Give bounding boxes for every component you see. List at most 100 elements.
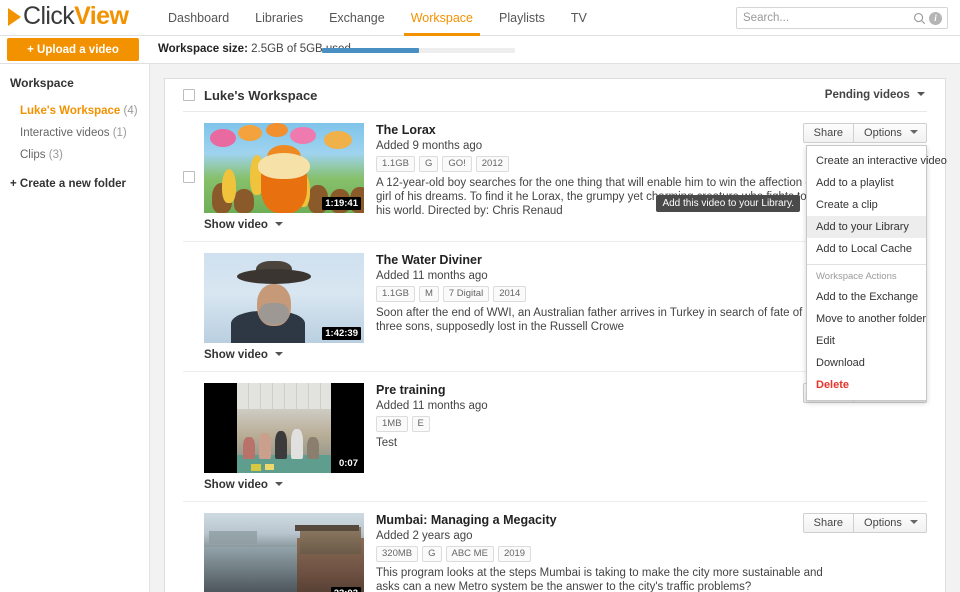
video-tag: 1MB <box>376 416 408 432</box>
show-video-label: Show video <box>204 349 268 361</box>
nav-item-tv[interactable]: TV <box>558 0 600 36</box>
nav-item-exchange[interactable]: Exchange <box>316 0 398 36</box>
sidebar-item-label: Clips <box>20 149 46 161</box>
options-button[interactable]: Options <box>853 123 927 143</box>
video-description: Soon after the end of WWI, an Australian… <box>376 306 846 334</box>
video-duration: 23:03 <box>331 587 361 592</box>
sidebar: Workspace Luke's Workspace (4) Interacti… <box>0 64 150 592</box>
pending-videos-filter[interactable]: Pending videos <box>825 89 927 101</box>
video-thumbnail[interactable]: 1:42:39 <box>204 253 364 343</box>
menu-item-add-to-playlist[interactable]: Add to a playlist <box>807 172 926 194</box>
upload-video-button[interactable]: + Upload a video <box>7 38 139 61</box>
video-description: Test <box>376 436 846 450</box>
nav-item-playlists[interactable]: Playlists <box>486 0 558 36</box>
panel-header: Luke's Workspace Pending videos <box>183 79 927 112</box>
menu-item-move-to-another-folder[interactable]: Move to another folder <box>807 308 926 330</box>
sub-bar: + Upload a video Workspace size: 2.5GB o… <box>0 36 960 64</box>
options-label: Options <box>864 517 902 529</box>
chevron-down-icon <box>275 222 283 226</box>
video-duration: 1:19:41 <box>322 197 361 210</box>
share-button[interactable]: Share <box>803 513 853 533</box>
page-title: Luke's Workspace <box>204 88 317 103</box>
video-tag: G <box>419 156 438 172</box>
menu-item-add-to-local-cache[interactable]: Add to Local Cache <box>807 238 926 260</box>
menu-divider <box>807 264 926 265</box>
video-tag: 1.1GB <box>376 156 415 172</box>
tooltip: Add this video to your Library. <box>656 195 800 212</box>
options-dropdown-menu: Create an interactive video Add to a pla… <box>806 145 927 401</box>
row-checkbox[interactable] <box>183 171 195 183</box>
sidebar-title: Workspace <box>10 76 149 90</box>
select-all-checkbox[interactable] <box>183 89 195 101</box>
video-description: This program looks at the steps Mumbai i… <box>376 566 846 592</box>
thumbnail-column: 0:07 Show video <box>204 383 376 491</box>
video-thumbnail[interactable]: 23:03 <box>204 513 364 592</box>
search-icon[interactable] <box>909 12 929 25</box>
storage-progress-fill <box>322 48 419 53</box>
video-tag: M <box>419 286 439 302</box>
video-tag: 2014 <box>493 286 526 302</box>
show-video-toggle[interactable]: Show video <box>204 349 376 361</box>
table-row: 1:19:41 Show video The Lorax Added 9 mon… <box>183 112 927 242</box>
video-duration: 0:07 <box>336 457 361 470</box>
pending-videos-label: Pending videos <box>825 89 910 101</box>
sidebar-item-interactive-videos[interactable]: Interactive videos (1) <box>10 122 149 144</box>
video-tag: 2012 <box>476 156 509 172</box>
logo-suffix: View <box>74 2 128 31</box>
options-button[interactable]: Options <box>853 513 927 533</box>
thumbnail-art <box>204 513 364 592</box>
content-area: Luke's Workspace Pending videos <box>150 64 960 592</box>
video-tag: E <box>412 416 430 432</box>
menu-item-create-interactive-video[interactable]: Create an interactive video <box>807 150 926 172</box>
menu-item-delete[interactable]: Delete <box>807 374 926 396</box>
thumbnail-column: 1:19:41 Show video <box>204 123 376 231</box>
video-tag: G <box>422 546 441 562</box>
menu-section-label: Workspace Actions <box>807 269 926 286</box>
play-triangle-icon <box>8 8 21 26</box>
menu-item-create-clip[interactable]: Create a clip <box>807 194 926 216</box>
sidebar-item-count: (1) <box>113 127 127 139</box>
video-tag: 7 Digital <box>443 286 489 302</box>
sidebar-item-label: Interactive videos <box>20 127 110 139</box>
video-thumbnail[interactable]: 1:19:41 <box>204 123 364 213</box>
menu-item-edit[interactable]: Edit <box>807 330 926 352</box>
table-row: 23:03 Show video Mumbai: Managing a Mega… <box>183 502 927 592</box>
chevron-down-icon <box>910 520 918 524</box>
app-root: Click View Dashboard Libraries Exchange … <box>0 0 960 592</box>
search-input[interactable] <box>737 12 909 24</box>
thumbnail-column: 1:42:39 Show video <box>204 253 376 361</box>
clickview-logo[interactable]: Click View <box>8 2 128 31</box>
menu-item-add-to-the-exchange[interactable]: Add to the Exchange <box>807 286 926 308</box>
options-label: Options <box>864 127 902 139</box>
nav-item-libraries[interactable]: Libraries <box>242 0 316 36</box>
top-bar: Click View Dashboard Libraries Exchange … <box>0 0 960 36</box>
search-box[interactable]: i <box>736 7 948 29</box>
show-video-toggle[interactable]: Show video <box>204 479 376 491</box>
nav-item-dashboard[interactable]: Dashboard <box>155 0 242 36</box>
info-icon[interactable]: i <box>929 12 942 25</box>
workspace-panel: Luke's Workspace Pending videos <box>164 78 946 592</box>
sidebar-item-lukes-workspace[interactable]: Luke's Workspace (4) <box>10 100 149 122</box>
logo-prefix: Click <box>23 2 74 31</box>
chevron-down-icon <box>275 482 283 486</box>
video-tag: ABC ME <box>446 546 494 562</box>
video-thumbnail[interactable]: 0:07 <box>204 383 364 473</box>
sidebar-item-count: (4) <box>124 105 138 117</box>
video-tag: 1.1GB <box>376 286 415 302</box>
workspace-size-label: Workspace size: <box>158 43 248 55</box>
chevron-down-icon <box>910 130 918 134</box>
sidebar-item-clips[interactable]: Clips (3) <box>10 144 149 166</box>
create-new-folder-button[interactable]: + Create a new folder <box>10 178 149 190</box>
sidebar-item-count: (3) <box>49 149 63 161</box>
show-video-label: Show video <box>204 479 268 491</box>
menu-item-add-to-your-library[interactable]: Add to your Library <box>807 216 926 238</box>
menu-item-download[interactable]: Download <box>807 352 926 374</box>
show-video-toggle[interactable]: Show video <box>204 219 376 231</box>
nav-item-workspace[interactable]: Workspace <box>398 0 486 36</box>
storage-progress-bar <box>322 48 515 53</box>
main-navigation: Dashboard Libraries Exchange Workspace P… <box>155 0 600 36</box>
video-tag: 2019 <box>498 546 531 562</box>
sidebar-item-label: Luke's Workspace <box>20 105 120 117</box>
video-tag: 320MB <box>376 546 418 562</box>
share-button[interactable]: Share <box>803 123 853 143</box>
